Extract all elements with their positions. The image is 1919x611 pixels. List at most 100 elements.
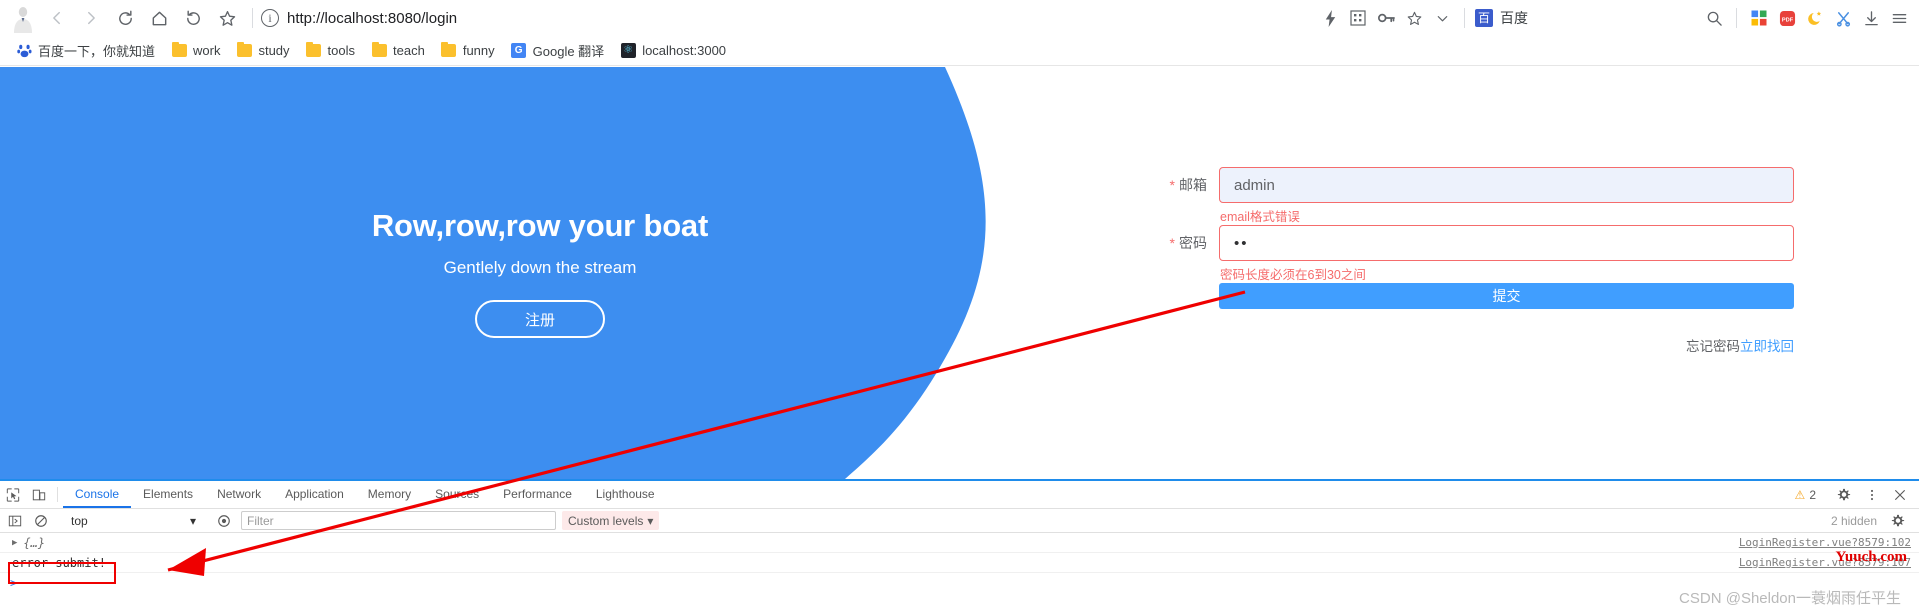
browser-toolbar: i http://localhost:8080/login 百 百度 PDF <box>0 0 1919 36</box>
reload-button[interactable] <box>108 3 142 33</box>
inspect-element-icon[interactable] <box>0 481 26 508</box>
email-input[interactable]: admin <box>1219 167 1794 203</box>
grid-extension-icon[interactable] <box>1344 4 1372 32</box>
folder-icon <box>306 42 322 59</box>
key-icon[interactable] <box>1372 4 1400 32</box>
tab-sources[interactable]: Sources <box>423 481 491 508</box>
address-bar[interactable]: i http://localhost:8080/login <box>261 4 1316 32</box>
console-row-text: {…} <box>23 535 46 550</box>
profile-avatar[interactable] <box>6 3 40 33</box>
bookmark-label: Google 翻译 <box>532 44 605 59</box>
bookmark-label: teach <box>393 43 425 58</box>
password-field-wrap: •• 密码长度必须在6到30之间 <box>1219 225 1794 283</box>
bookmark-item[interactable]: G Google 翻译 <box>503 38 613 63</box>
tab-lighthouse[interactable]: Lighthouse <box>584 481 667 508</box>
menu-icon[interactable] <box>1885 4 1913 32</box>
bookmark-item[interactable]: study <box>228 40 297 62</box>
execution-context-select[interactable]: top ▾ <box>65 511 200 530</box>
history-button[interactable] <box>176 3 210 33</box>
dark-mode-moon-icon[interactable] <box>1801 4 1829 32</box>
toolbar-divider <box>252 8 253 28</box>
pdf-icon[interactable]: PDF <box>1773 4 1801 32</box>
tab-console[interactable]: Console <box>63 481 132 508</box>
devtools-panel: Console Elements Network Application Mem… <box>0 479 1919 611</box>
console-row[interactable]: ▶ {…} LoginRegister.vue?8579:102 <box>0 533 1919 553</box>
hidden-messages-count: 2 hidden <box>1830 513 1877 528</box>
folder-icon <box>371 42 387 59</box>
password-label-text: 密码 <box>1179 235 1207 251</box>
chevron-down-icon: ▾ <box>647 513 654 528</box>
bookmark-item[interactable]: tools <box>298 40 363 62</box>
device-toolbar-icon[interactable] <box>26 481 52 508</box>
baidu-favicon-icon <box>16 43 32 59</box>
page-content: Row,row,row your boat Gentlely down the … <box>0 67 1919 479</box>
console-toolbar-right: 2 hidden <box>1831 514 1917 528</box>
gear-icon[interactable] <box>1831 488 1857 502</box>
console-prompt[interactable]: > <box>0 573 1919 593</box>
tab-elements[interactable]: Elements <box>131 481 205 508</box>
chevron-down-icon[interactable] <box>1428 4 1456 32</box>
tab-network[interactable]: Network <box>205 481 273 508</box>
bookmark-item[interactable]: 百度一下，你就知道 <box>8 38 163 63</box>
scissors-icon[interactable] <box>1829 4 1857 32</box>
required-asterisk: * <box>1169 235 1175 251</box>
forgot-password-text: 忘记密码 <box>1686 339 1740 354</box>
bookmark-star-button[interactable] <box>210 3 244 33</box>
password-error-message: 密码长度必须在6到30之间 <box>1220 268 1366 282</box>
expand-arrow-icon[interactable]: ▶ <box>12 538 17 548</box>
register-button[interactable]: 注册 <box>475 300 605 338</box>
bookmark-item[interactable]: funny <box>433 40 503 62</box>
close-icon[interactable] <box>1887 488 1913 502</box>
console-messages: ▶ {…} LoginRegister.vue?8579:102 error s… <box>0 533 1919 593</box>
apps-grid-icon[interactable] <box>1745 4 1773 32</box>
folder-icon <box>441 42 457 59</box>
download-icon[interactable] <box>1857 4 1885 32</box>
submit-button[interactable]: 提交 <box>1219 283 1794 309</box>
url-text: http://localhost:8080/login <box>287 9 458 27</box>
bookmark-item[interactable]: teach <box>363 40 433 62</box>
tab-performance[interactable]: Performance <box>491 481 584 508</box>
warning-count: 2 <box>1809 487 1816 502</box>
devtools-tabbar: Console Elements Network Application Mem… <box>0 481 1919 509</box>
bookmark-label: tools <box>327 43 356 58</box>
bookmark-item[interactable]: ⚛ localhost:3000 <box>612 40 734 62</box>
page-info-icon[interactable]: i <box>261 9 279 27</box>
search-icon[interactable] <box>1700 4 1728 32</box>
console-filter-input[interactable]: Filter <box>241 511 556 530</box>
react-favicon-icon: ⚛ <box>620 43 636 59</box>
submit-row: 提交 <box>1134 283 1794 309</box>
baidu-extension-button[interactable]: 百 百度 <box>1473 8 1534 28</box>
console-source-link[interactable]: LoginRegister.vue?8579:102 <box>1739 536 1911 549</box>
forward-button[interactable] <box>74 3 108 33</box>
hero-blue-panel <box>0 67 1220 479</box>
required-asterisk: * <box>1169 177 1175 193</box>
bookmark-label: localhost:3000 <box>642 43 727 58</box>
home-button[interactable] <box>142 3 176 33</box>
forgot-password-link[interactable]: 立即找回 <box>1740 335 1794 355</box>
submit-spacer <box>1134 283 1219 309</box>
log-levels-select[interactable]: Custom levels ▾ <box>562 511 660 530</box>
console-sidebar-toggle-icon[interactable] <box>2 514 28 528</box>
console-row[interactable]: error submit! LoginRegister.vue?8579:107 <box>0 553 1919 573</box>
log-levels-label: Custom levels <box>568 513 644 528</box>
console-toolbar: top ▾ Filter Custom levels ▾ 2 hidden <box>0 509 1919 533</box>
clear-console-icon[interactable] <box>28 514 54 528</box>
execution-context-value: top <box>71 513 88 528</box>
tab-application[interactable]: Application <box>273 481 356 508</box>
bookmark-label: 百度一下，你就知道 <box>38 44 156 59</box>
console-settings-gear-icon[interactable] <box>1885 514 1911 528</box>
bookmark-item[interactable]: work <box>163 40 228 62</box>
warning-badge[interactable]: ⚠ 2 <box>1795 488 1816 502</box>
bookmark-label: work <box>193 43 221 58</box>
password-input[interactable]: •• <box>1219 225 1794 261</box>
live-expression-eye-icon[interactable] <box>211 514 237 528</box>
devtools-tabbar-right: ⚠ 2 <box>1795 481 1919 508</box>
chevron-down-icon: ▾ <box>189 513 196 528</box>
lightning-icon[interactable] <box>1316 4 1344 32</box>
password-form-row: * 密码 •• 密码长度必须在6到30之间 <box>1134 225 1794 283</box>
tab-memory[interactable]: Memory <box>356 481 423 508</box>
star-outline-icon[interactable] <box>1400 4 1428 32</box>
more-options-icon[interactable] <box>1859 488 1885 502</box>
folder-icon <box>236 42 252 59</box>
back-button[interactable] <box>40 3 74 33</box>
